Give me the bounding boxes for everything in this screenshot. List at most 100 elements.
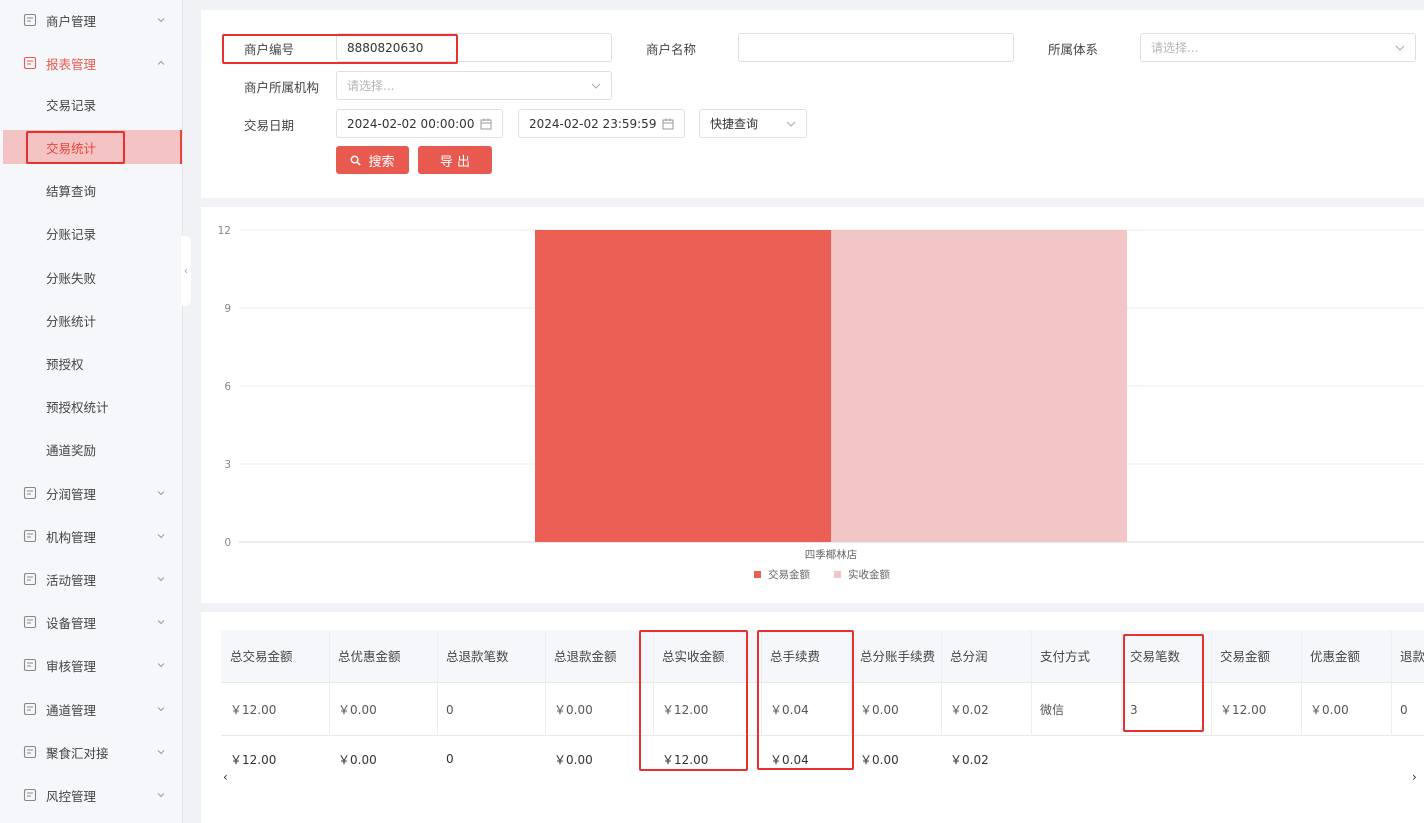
column-divider bbox=[761, 630, 762, 736]
legend-label: 交易金额 bbox=[768, 568, 810, 581]
chevron-left-icon: ‹ bbox=[184, 265, 188, 277]
sidebar-item-label: 交易统计 bbox=[46, 140, 97, 156]
chevron-down-icon bbox=[591, 83, 601, 89]
org-placeholder: 请选择... bbox=[347, 79, 395, 93]
column-divider bbox=[941, 630, 942, 736]
chevron-down-icon bbox=[786, 121, 796, 127]
sidebar-item-audit[interactable]: 审核管理 bbox=[0, 648, 183, 682]
y-tick-label: 6 bbox=[224, 381, 231, 393]
sidebar-item-profit[interactable]: 分润管理 bbox=[0, 476, 183, 510]
sidebar-item-preauth-stats[interactable]: 预授权统计 bbox=[0, 389, 183, 423]
sidebar-item-device[interactable]: 设备管理 bbox=[0, 605, 183, 639]
filter-panel: 商户编号 8880820630 商户名称 所属体系 请选择... 商户所属机构 … bbox=[201, 10, 1424, 198]
sidebar: 商户管理报表管理交易记录交易统计结算查询分账记录分账失败分账统计预授权预授权统计… bbox=[0, 0, 191, 823]
sidebar-item-report[interactable]: 报表管理 bbox=[0, 46, 183, 80]
merchant-name-input[interactable] bbox=[738, 33, 1014, 62]
scroll-right-icon[interactable]: › bbox=[1412, 770, 1417, 784]
table-footer-cell: ￥0.00 bbox=[554, 752, 593, 767]
merchant-no-value: 8880820630 bbox=[347, 40, 424, 55]
quick-query-select[interactable]: 快捷查询 bbox=[699, 109, 807, 138]
org-select[interactable]: 请选择... bbox=[336, 71, 612, 100]
merchant-no-label: 商户编号 bbox=[244, 42, 295, 57]
table-cell: ￥12.00 bbox=[1220, 703, 1267, 717]
sidebar-item-preauth[interactable]: 预授权 bbox=[0, 346, 183, 380]
date-label: 交易日期 bbox=[244, 118, 295, 133]
chevron-down-icon bbox=[157, 534, 165, 539]
bar-chart: 0 3 6 9 12 四季椰林店交易金额 实收金额 bbox=[218, 225, 1424, 581]
sidebar-item-org[interactable]: 机构管理 bbox=[0, 519, 183, 553]
sidebar-item-channel[interactable]: 通道管理 bbox=[0, 692, 183, 726]
activity-icon bbox=[23, 572, 37, 586]
sidebar-item-split-failed[interactable]: 分账失败 bbox=[0, 260, 183, 294]
sidebar-item-risk[interactable]: 风控管理 bbox=[0, 778, 183, 812]
table-cell: ￥0.00 bbox=[338, 703, 377, 717]
sidebar-item-label: 报表管理 bbox=[46, 56, 97, 72]
risk-icon bbox=[23, 788, 37, 802]
sidebar-item-settlement[interactable]: 结算查询 bbox=[0, 173, 183, 207]
table-cell: ￥0.00 bbox=[554, 703, 593, 717]
sidebar-item-activity[interactable]: 活动管理 bbox=[0, 562, 183, 596]
column-header: 总优惠金额 bbox=[338, 648, 401, 664]
search-icon bbox=[351, 155, 362, 166]
legend-label: 实收金额 bbox=[848, 568, 890, 581]
merchant-name-label: 商户名称 bbox=[646, 42, 697, 57]
column-divider bbox=[1391, 630, 1392, 736]
chart-panel: 0 3 6 9 12 四季椰林店 交易金额 实收金额 bbox=[201, 207, 1424, 603]
chevron-down-icon bbox=[157, 491, 165, 496]
table-cell: ￥12.00 bbox=[230, 703, 277, 717]
calendar-icon bbox=[480, 118, 492, 130]
chevron-down-icon bbox=[157, 577, 165, 582]
sidebar-collapse-handle[interactable]: ‹ bbox=[181, 236, 191, 306]
sidebar-item-label: 聚食汇对接 bbox=[46, 745, 109, 761]
sidebar-item-juhui-connect[interactable]: 聚食汇对接 bbox=[0, 735, 183, 769]
sidebar-item-split-stats[interactable]: 分账统计 bbox=[0, 303, 183, 337]
sidebar-item-label: 商户管理 bbox=[46, 13, 97, 29]
system-select[interactable]: 请选择... bbox=[1140, 33, 1416, 62]
sidebar-item-channel-reward[interactable]: 通道奖励 bbox=[0, 432, 183, 466]
sidebar-item-label: 预授权 bbox=[46, 356, 84, 372]
system-label: 所属体系 bbox=[1048, 42, 1099, 57]
column-divider bbox=[1121, 630, 1122, 736]
column-divider bbox=[1031, 630, 1032, 736]
chevron-down-icon bbox=[157, 620, 165, 625]
sidebar-item-label: 审核管理 bbox=[46, 658, 97, 674]
sidebar-item-label: 预授权统计 bbox=[46, 399, 109, 415]
table-footer-cell: ￥0.00 bbox=[338, 752, 377, 767]
sidebar-item-label: 通道奖励 bbox=[46, 442, 97, 458]
sidebar-item-split-records[interactable]: 分账记录 bbox=[0, 216, 183, 250]
search-button-label: 搜索 bbox=[368, 154, 395, 170]
table-cell: 0 bbox=[446, 702, 454, 717]
column-header: 总退款笔数 bbox=[446, 648, 509, 664]
scroll-left-icon[interactable]: ‹ bbox=[223, 770, 228, 784]
column-header: 总分账手续费 bbox=[860, 648, 936, 664]
search-button[interactable]: 搜索 bbox=[336, 146, 409, 174]
sidebar-item-transactions[interactable]: 交易记录 bbox=[0, 87, 183, 121]
date-start-input[interactable]: 2024-02-02 00:00:00 bbox=[336, 109, 503, 138]
date-end-value: 2024-02-02 23:59:59 bbox=[529, 116, 657, 131]
sidebar-item-merchant[interactable]: 商户管理 bbox=[0, 3, 183, 37]
channel-icon bbox=[23, 702, 37, 716]
date-start-value: 2024-02-02 00:00:00 bbox=[347, 116, 475, 131]
org-label: 商户所属机构 bbox=[244, 80, 320, 95]
sidebar-item-label: 活动管理 bbox=[46, 572, 97, 588]
date-end-input[interactable]: 2024-02-02 23:59:59 bbox=[518, 109, 685, 138]
column-header: 总退款金额 bbox=[554, 648, 617, 664]
sidebar-item-transaction-stats[interactable]: 交易统计 bbox=[3, 130, 182, 164]
connect-icon bbox=[23, 745, 37, 759]
x-tick-label: 四季椰林店 bbox=[805, 548, 858, 561]
org-icon bbox=[23, 529, 37, 543]
legend-swatch bbox=[834, 571, 841, 578]
export-button[interactable]: 导 出 bbox=[418, 146, 492, 174]
column-header: 交易金额 bbox=[1220, 648, 1271, 664]
chevron-down-icon bbox=[157, 707, 165, 712]
table-cell: 3 bbox=[1130, 702, 1138, 717]
merchant-no-input[interactable]: 8880820630 bbox=[336, 33, 612, 62]
chevron-down-icon bbox=[157, 750, 165, 755]
column-header: 总分润 bbox=[950, 648, 988, 664]
sidebar-item-label: 分账统计 bbox=[46, 313, 97, 329]
device-icon bbox=[23, 615, 37, 629]
bar-received-amount bbox=[831, 230, 1127, 542]
table-cell: 0 bbox=[1400, 702, 1408, 717]
sidebar-item-label: 设备管理 bbox=[46, 615, 97, 631]
table-cell: 微信 bbox=[1040, 703, 1065, 717]
